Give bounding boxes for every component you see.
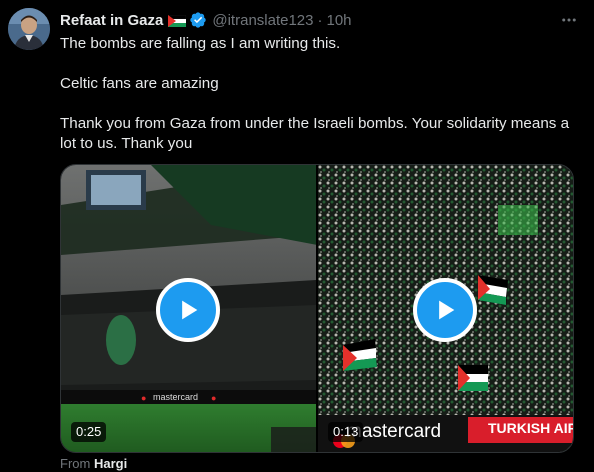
author-handle[interactable]: @itranslate123 xyxy=(212,12,313,29)
tweet-header: Refaat in Gaza @itranslate123 · 10h xyxy=(60,10,352,30)
tweet-line-2: Celtic fans are amazing xyxy=(60,75,219,92)
video-duration: 0:13 xyxy=(328,422,364,442)
tweet-text: The bombs are falling as I am writing th… xyxy=(60,34,584,154)
media-grid: ● ● mastercard 0:25 mastercard TURKISH A… xyxy=(60,164,574,453)
play-icon xyxy=(439,300,455,320)
video-duration: 0:25 xyxy=(71,422,107,442)
more-horizontal-icon[interactable] xyxy=(556,10,582,30)
video-banner-turkish: TURKISH AIR xyxy=(488,420,573,436)
play-button[interactable] xyxy=(156,278,220,342)
video-thumbnail-1[interactable]: ● ● mastercard 0:25 xyxy=(61,165,316,452)
timestamp[interactable]: 10h xyxy=(327,12,352,29)
separator-dot: · xyxy=(317,11,323,29)
svg-text:●: ● xyxy=(211,393,216,403)
play-button[interactable] xyxy=(413,278,477,342)
svg-text:●: ● xyxy=(141,393,146,403)
avatar[interactable] xyxy=(8,8,50,50)
play-icon xyxy=(182,300,198,320)
from-label: From xyxy=(60,456,91,471)
author-name[interactable]: Refaat in Gaza xyxy=(60,12,163,29)
tweet-line-1: The bombs are falling as I am writing th… xyxy=(60,35,341,52)
verified-badge-icon[interactable] xyxy=(189,11,207,29)
tweet-line-3: Thank you from Gaza from under the Israe… xyxy=(60,115,570,152)
from-source-link[interactable]: Hargi xyxy=(94,456,127,471)
video-banner-1: mastercard xyxy=(153,392,199,402)
attribution: From Hargi xyxy=(60,456,127,471)
video-thumbnail-2[interactable]: mastercard TURKISH AIR 0:13 xyxy=(318,165,573,452)
palestine-flag-icon xyxy=(168,14,187,27)
